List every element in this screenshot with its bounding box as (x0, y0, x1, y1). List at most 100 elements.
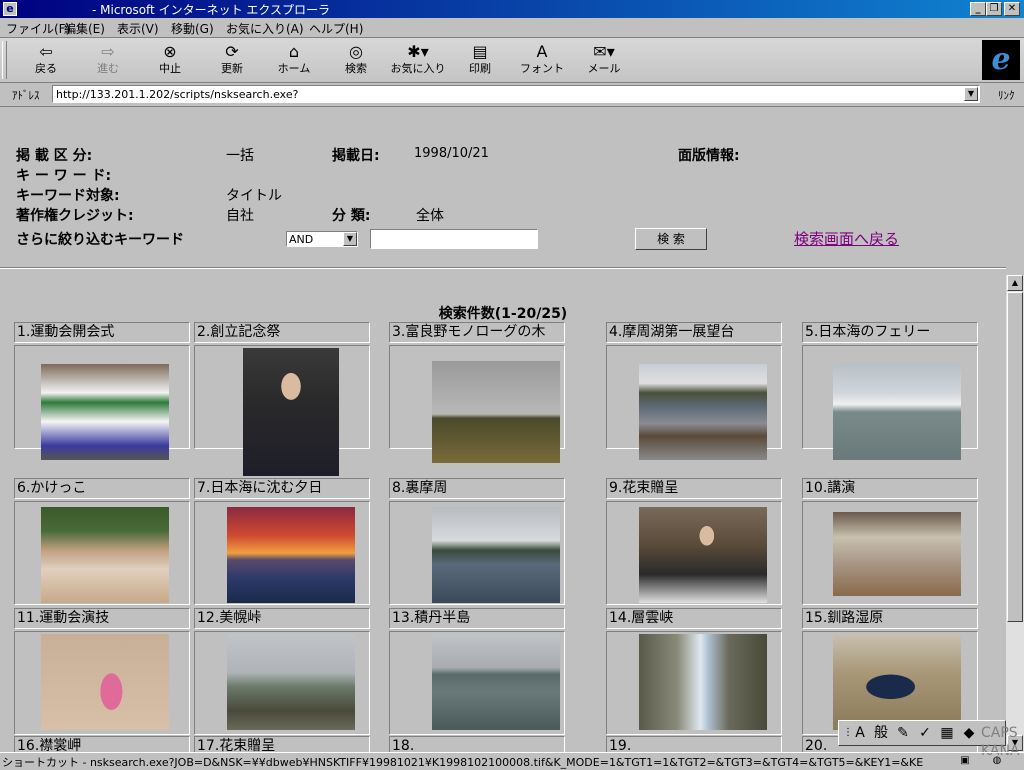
menu-go[interactable]: 移動(G) (171, 20, 214, 37)
photo-thumbnail[interactable] (833, 634, 961, 730)
mail-icon: ✉▾ (593, 42, 615, 61)
status-bar: ショートカット - nsksearch.exe?JOB=D&NSK=¥¥dbwe… (0, 752, 1024, 769)
photo-thumbnail[interactable] (639, 634, 767, 730)
result-caption[interactable]: 4.摩周湖第一展望台 (606, 322, 782, 343)
links-button[interactable]: ﾘﾝｸ (998, 87, 1015, 103)
photo-thumbnail[interactable] (432, 507, 560, 603)
result-photo-frame (194, 501, 370, 605)
result-item[interactable]: 16.襟裳岬 (14, 736, 190, 752)
operator-select[interactable]: AND ▼ (286, 231, 358, 247)
restore-button[interactable]: ❐ (986, 2, 1002, 16)
result-caption[interactable]: 8.裏摩周 (389, 478, 565, 499)
date-value: 1998/10/21 (414, 146, 489, 161)
result-caption[interactable]: 12.美幌峠 (194, 608, 370, 629)
menu-bar: ファイル(F) 編集(E) 表示(V) 移動(G) お気に入り(A) ヘルプ(H… (0, 18, 1024, 38)
result-caption[interactable]: 18. (389, 736, 565, 752)
search-submit-button[interactable]: 検 索 (635, 228, 707, 250)
result-caption[interactable]: 3.富良野モノローグの木 (389, 322, 565, 343)
result-caption[interactable]: 16.襟裳岬 (14, 736, 190, 752)
menu-help[interactable]: ヘルプ(H) (309, 20, 363, 37)
ime-mode-button[interactable]: A (851, 724, 869, 742)
chevron-down-icon[interactable]: ▼ (343, 232, 357, 246)
result-caption[interactable]: 13.積丹半島 (389, 608, 565, 629)
result-caption[interactable]: 7.日本海に沈む夕日 (194, 478, 370, 499)
result-caption[interactable]: 15.釧路湿原 (802, 608, 978, 629)
photo-thumbnail[interactable] (833, 364, 961, 460)
back-button[interactable]: ⇦ 戻る (18, 42, 74, 78)
result-caption[interactable]: 19. (606, 736, 782, 752)
result-count: 検索件数(1-20/25) (438, 306, 568, 322)
class-value: 全体 (416, 208, 444, 224)
photo-thumbnail[interactable] (227, 507, 355, 603)
result-photo-frame (194, 345, 370, 476)
menu-edit[interactable]: 編集(E) (64, 20, 105, 37)
ie-icon[interactable]: e (3, 2, 17, 16)
result-photo-frame (194, 631, 370, 735)
close-button[interactable]: ✕ (1004, 2, 1020, 16)
result-caption[interactable]: 11.運動会演技 (14, 608, 190, 629)
toolbar-grip[interactable] (2, 41, 7, 79)
photo-thumbnail[interactable] (41, 507, 169, 603)
minimize-button[interactable]: _ (970, 2, 986, 16)
stop-button[interactable]: ⊗ 中止 (142, 42, 198, 78)
category-value: 一括 (226, 148, 254, 164)
address-dropdown-icon[interactable]: ▼ (964, 87, 978, 101)
home-button[interactable]: ⌂ ホーム (266, 42, 322, 78)
search-button[interactable]: ◎ 検索 (328, 42, 384, 78)
photo-thumbnail[interactable] (41, 634, 169, 730)
favorites-button[interactable]: ✱▾ お気に入り (390, 42, 446, 78)
result-caption[interactable]: 14.層雲峡 (606, 608, 782, 629)
result-item[interactable]: 19. (606, 736, 782, 752)
result-caption[interactable]: 2.創立記念祭 (194, 322, 370, 343)
address-label: ｱﾄﾞﾚｽ (12, 89, 40, 102)
title-bar: e - Microsoft インターネット エクスプローラ _ ❐ ✕ (0, 0, 1024, 18)
result-photo-frame (802, 501, 978, 605)
print-button[interactable]: ▤ 印刷 (452, 42, 508, 78)
scroll-thumb[interactable] (1007, 292, 1023, 622)
ime-help-icon[interactable]: ◆ (959, 724, 979, 742)
result-caption[interactable]: 5.日本海のフェリー (802, 322, 978, 343)
address-input[interactable] (56, 87, 956, 101)
mail-button[interactable]: ✉▾ メール (576, 42, 632, 78)
result-item[interactable]: 18. (389, 736, 565, 752)
photo-thumbnail[interactable] (227, 634, 355, 730)
photo-thumbnail[interactable] (243, 348, 339, 476)
photo-thumbnail[interactable] (833, 512, 961, 596)
photo-thumbnail[interactable] (639, 364, 767, 460)
ime-keyboard-icon[interactable]: ▦ (937, 724, 957, 742)
ime-grip-icon[interactable]: ⋮ (843, 724, 853, 742)
ime-dictionary-button[interactable]: 般 (871, 724, 891, 742)
date-label: 掲載日: (332, 148, 380, 164)
photo-thumbnail[interactable] (432, 361, 560, 463)
result-caption[interactable]: 6.かけっこ (14, 478, 190, 499)
photo-thumbnail[interactable] (41, 364, 169, 460)
font-button[interactable]: A フォント (514, 42, 570, 78)
forward-button[interactable]: ⇨ 進む (80, 42, 136, 78)
copyright-value: 自社 (226, 208, 254, 224)
result-photo-frame (606, 345, 782, 460)
vertical-scrollbar[interactable]: ▲ ▼ (1006, 275, 1024, 752)
category-label: 掲 載 区 分: (16, 148, 93, 164)
result-caption[interactable]: 1.運動会開会式 (14, 322, 190, 343)
address-field[interactable]: ▼ (52, 85, 980, 103)
scroll-up-icon[interactable]: ▲ (1007, 275, 1023, 291)
caps-text: CAPS (981, 725, 1018, 741)
result-item[interactable]: 17.花束贈呈 (194, 736, 370, 752)
result-caption[interactable]: 17.花束贈呈 (194, 736, 370, 752)
menu-view[interactable]: 表示(V) (117, 20, 159, 37)
ime-pad-icon[interactable]: ✎ (893, 724, 913, 742)
refresh-button[interactable]: ⟳ 更新 (204, 42, 260, 78)
edition-label: 面版情報: (678, 148, 740, 164)
result-caption[interactable]: 10.講演 (802, 478, 978, 499)
menu-file[interactable]: ファイル(F) (6, 20, 70, 37)
ime-tool-icon[interactable]: ✓ (915, 724, 935, 742)
back-to-search-link[interactable]: 検索画面へ戻る (794, 228, 899, 249)
menu-favorites[interactable]: お気に入り(A) (226, 20, 304, 37)
refine-keyword-input[interactable] (370, 229, 538, 249)
ie-logo: e (982, 40, 1020, 80)
photo-thumbnail[interactable] (432, 634, 560, 730)
result-photo-frame (802, 345, 978, 460)
ime-toolbar: ⋮ A 般 ✎ ✓ ▦ ◆ CAPS KANA (838, 720, 1020, 759)
result-caption[interactable]: 9.花束贈呈 (606, 478, 782, 499)
photo-thumbnail[interactable] (639, 507, 767, 603)
